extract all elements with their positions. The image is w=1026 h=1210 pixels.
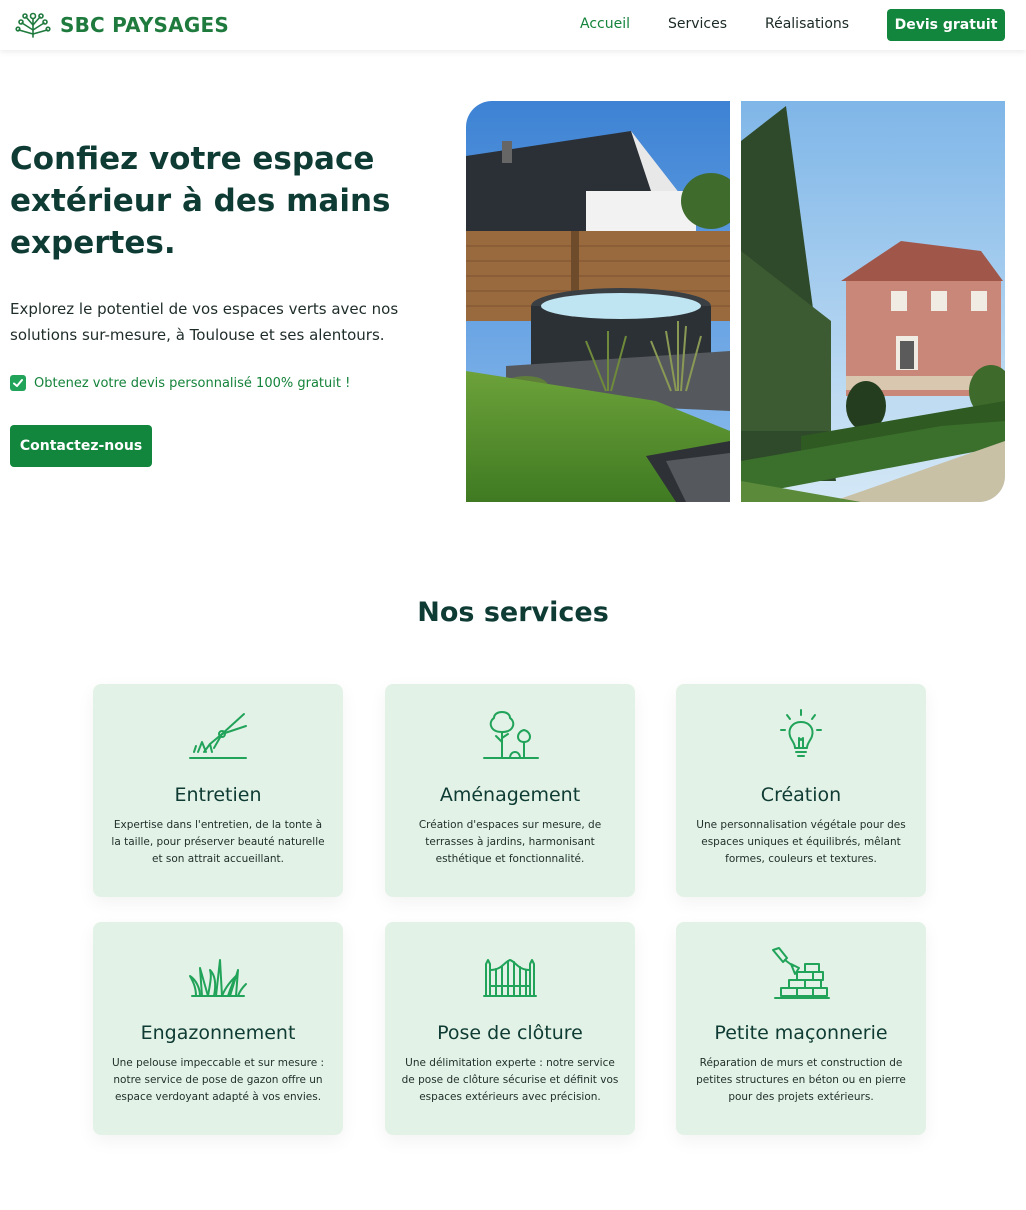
service-title: Pose de clôture — [437, 1022, 583, 1044]
grass-icon — [189, 959, 247, 997]
service-title: Petite maçonnerie — [714, 1022, 888, 1044]
top-navbar: SBC PAYSAGES Accueil Services Réalisatio… — [0, 0, 1026, 50]
service-description: Une personnalisation végétale pour des e… — [696, 819, 906, 865]
contact-button[interactable]: Contactez-nous — [10, 425, 152, 467]
fence-icon — [483, 959, 537, 997]
checkbox-check-icon — [10, 375, 26, 391]
free-quote-button[interactable]: Devis gratuit — [887, 9, 1005, 41]
trees-icon — [483, 711, 539, 759]
service-card-entretien[interactable]: Entretien Expertise dans l'entretien, de… — [93, 684, 343, 897]
garden-pool-photo — [466, 101, 730, 502]
free-quote-text: Obtenez votre devis personnalisé 100% gr… — [34, 375, 351, 391]
lightbulb-icon — [780, 709, 822, 757]
hedge-trimmer-icon — [189, 713, 247, 759]
brand-logo[interactable]: SBC PAYSAGES — [14, 11, 229, 39]
service-title: Engazonnement — [140, 1022, 296, 1044]
service-title: Création — [760, 784, 842, 806]
hero-title: Confiez votre espace extérieur à des mai… — [10, 141, 391, 261]
castle-garden-photo — [741, 101, 1005, 502]
brand-name: SBC PAYSAGES — [60, 13, 229, 37]
free-quote-note: Obtenez votre devis personnalisé 100% gr… — [10, 375, 350, 391]
service-title: Aménagement — [439, 784, 581, 806]
service-description: Création d'espaces sur mesure, de terras… — [418, 819, 602, 865]
services-section-title: Nos services — [417, 597, 609, 628]
service-card-amenagement[interactable]: Aménagement Création d'espaces sur mesur… — [385, 684, 635, 897]
service-card-creation[interactable]: Création Une personnalisation végétale p… — [676, 684, 926, 897]
service-description: Réparation de murs et construction de pe… — [696, 1057, 906, 1103]
service-card-maconnerie[interactable]: Petite maçonnerie Réparation de murs et … — [676, 922, 926, 1135]
nav-link-realisations[interactable]: Réalisations — [765, 16, 849, 32]
service-description: Expertise dans l'entretien, de la tonte … — [111, 819, 325, 865]
nav-link-services[interactable]: Services — [668, 16, 727, 32]
nav-link-accueil[interactable]: Accueil — [580, 16, 630, 32]
service-card-cloture[interactable]: Pose de clôture Une délimitation experte… — [385, 922, 635, 1135]
service-title: Entretien — [174, 784, 262, 806]
hero-subtitle: Explorez le potentiel de vos espaces ver… — [10, 300, 399, 344]
service-description: Une pelouse impeccable et sur mesure : n… — [111, 1057, 325, 1103]
trowel-bricks-icon — [772, 947, 830, 999]
leaf-logo-icon — [15, 12, 51, 38]
service-description: Une délimitation experte : notre service… — [401, 1057, 619, 1103]
service-card-engazonnement[interactable]: Engazonnement Une pelouse impeccable et … — [93, 922, 343, 1135]
